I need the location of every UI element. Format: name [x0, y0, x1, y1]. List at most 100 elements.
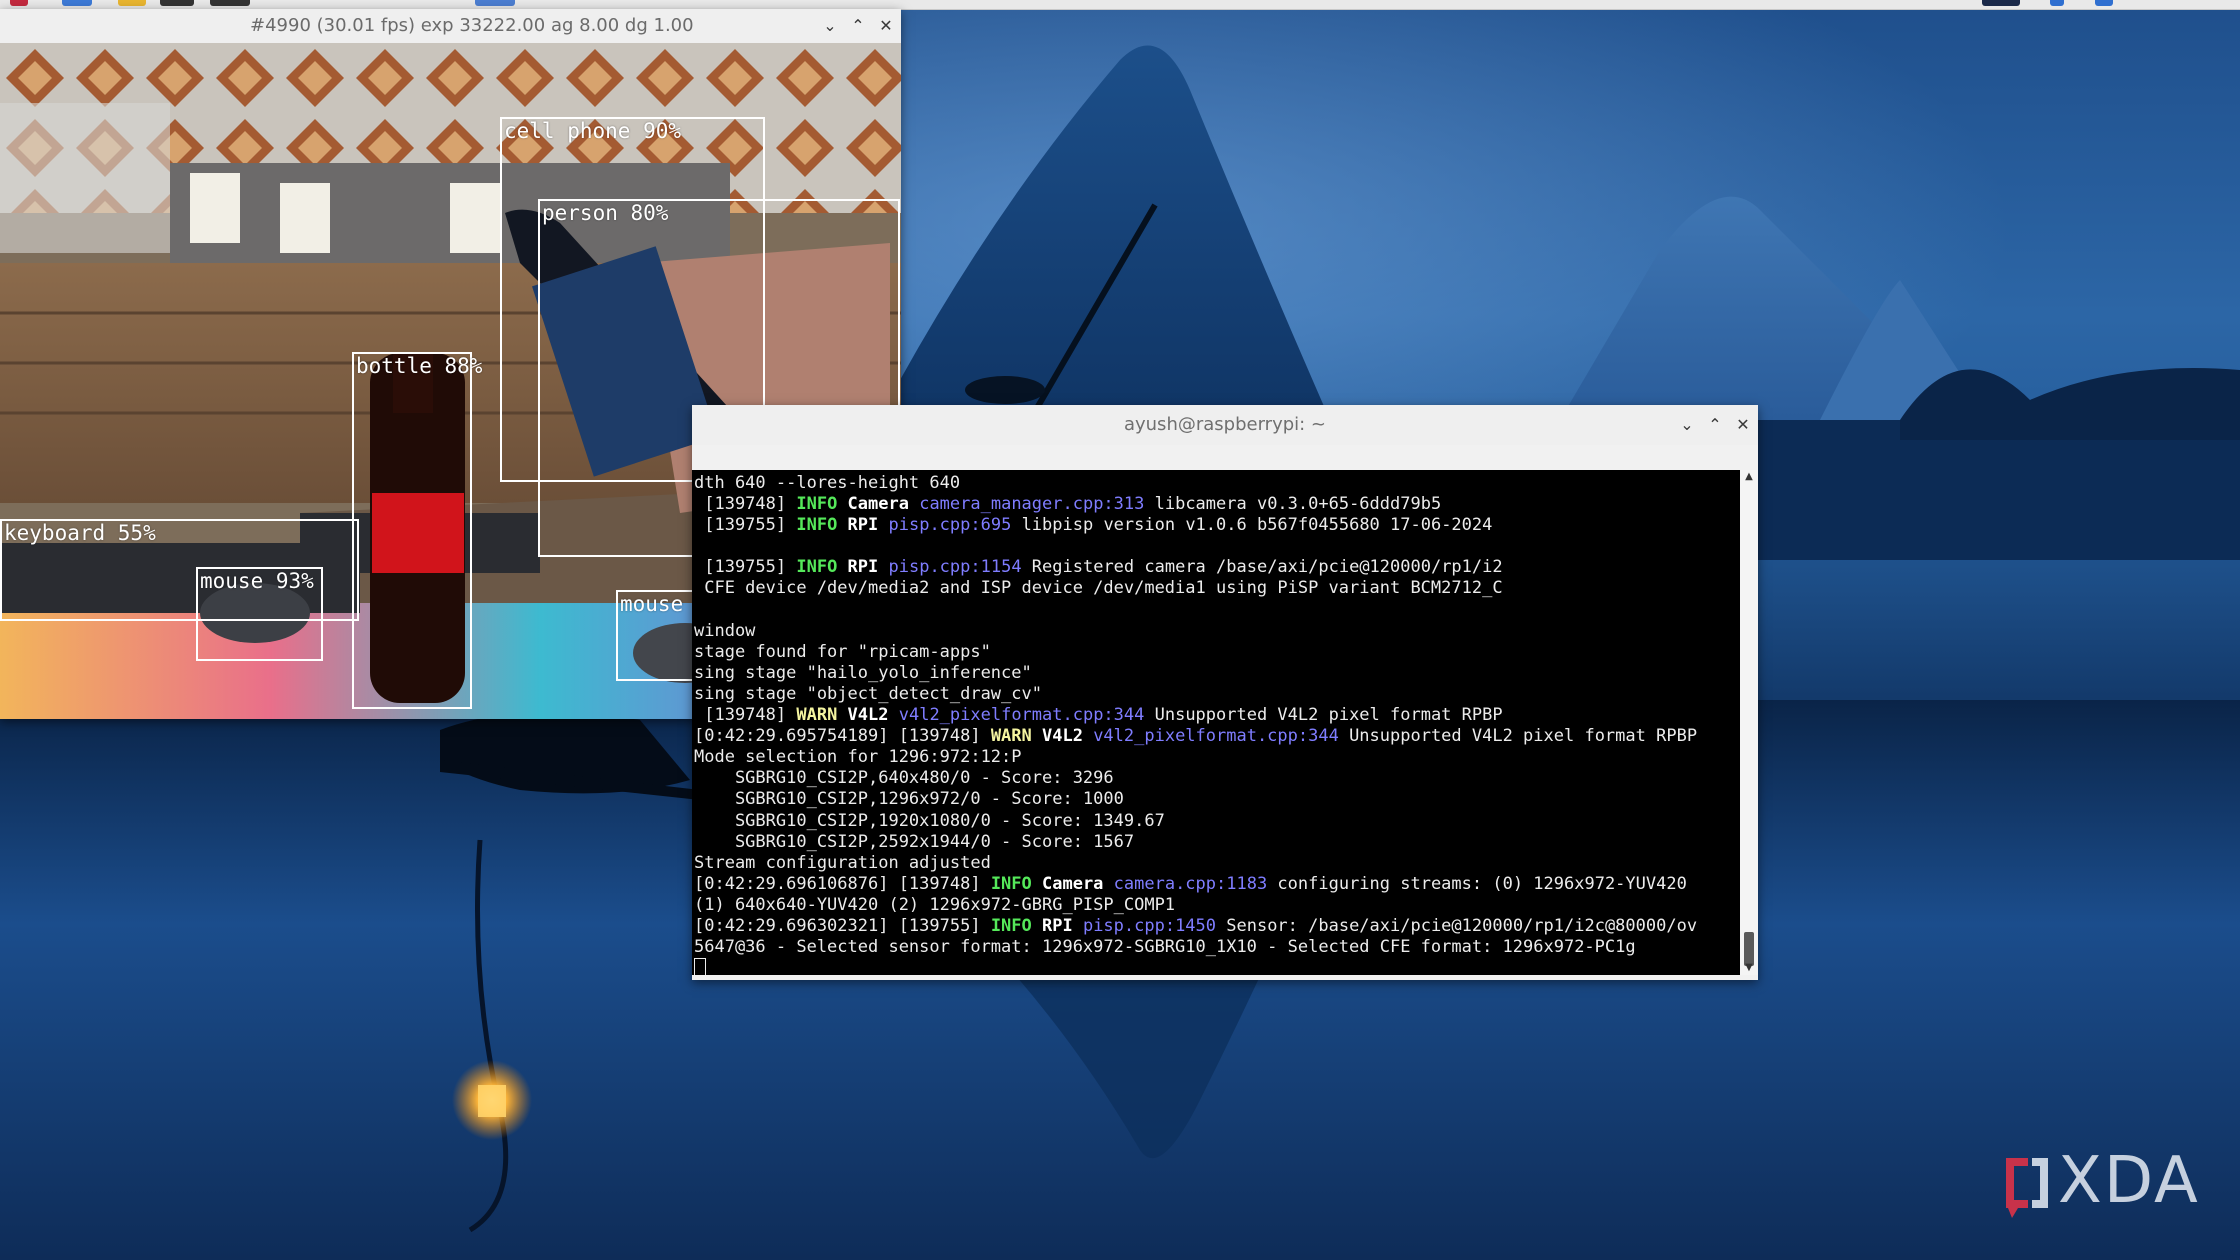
detection-box-mouse: mouse 93%: [196, 567, 323, 661]
log-component: V4L2: [847, 705, 899, 726]
terminal-line: [139755] INFO RPI pisp.cpp:695 libpisp v…: [694, 515, 1697, 536]
terminal-line-text: SGBRG10_CSI2P,2592x1944/0 - Score: 1567: [694, 831, 1135, 852]
terminal-line: dth 640 --lores-height 640: [694, 473, 1697, 494]
terminal-line: SGBRG10_CSI2P,2592x1944/0 - Score: 1567: [694, 832, 1697, 853]
log-message: Unsupported V4L2 pixel format RPBP: [1338, 726, 1698, 747]
terminal-line-text: [0:42:29.696302321] [139755]: [694, 915, 991, 936]
terminal-line: [139748] WARN V4L2 v4l2_pixelformat.cpp:…: [694, 705, 1697, 726]
log-component: V4L2: [1042, 726, 1094, 747]
log-message: Unsupported V4L2 pixel format RPBP: [1144, 705, 1503, 726]
terminal-prompt-line[interactable]: [694, 958, 1697, 975]
terminal-cursor: [694, 958, 706, 975]
terminal-line-text: [139755]: [694, 557, 797, 578]
terminal-line-text: [139748]: [694, 705, 797, 726]
terminal-line-text: SGBRG10_CSI2P,640x480/0 - Score: 3296: [694, 768, 1114, 789]
terminal-line: [0:42:29.696106876] [139748] INFO Camera…: [694, 874, 1697, 895]
detection-label: mouse 93%: [200, 569, 314, 593]
log-message: libcamera v0.3.0+65-6ddd79b5: [1144, 494, 1442, 515]
detection-label: keyboard 55%: [4, 521, 156, 545]
terminal-line-text: Mode selection for 1296:972:12:P: [694, 747, 1022, 768]
xda-watermark: XDA: [1998, 1144, 2218, 1230]
terminal-line-text: dth 640 --lores-height 640: [694, 473, 961, 493]
terminal-log-lines: dth 640 --lores-height 640 [139748] INFO…: [694, 473, 1697, 975]
raspberry-menu-icon[interactable]: [10, 0, 28, 6]
log-message: configuring streams: (0) 1296x972-YUV420: [1267, 873, 1687, 894]
terminal-line-text: [139748]: [694, 494, 797, 515]
xda-logo-icon: [2006, 1158, 2048, 1218]
terminal-line: sing stage "hailo_yolo_inference": [694, 663, 1697, 684]
terminal-output[interactable]: dth 640 --lores-height 640 [139748] INFO…: [692, 470, 1740, 975]
chevron-up-icon[interactable]: ⌃: [1706, 416, 1724, 434]
terminal-line-text: [139755]: [694, 515, 797, 536]
terminal-line-text: 5647@36 - Selected sensor format: 1296x9…: [694, 937, 1636, 958]
log-component: Camera: [1042, 873, 1114, 894]
chevron-up-icon[interactable]: ⌃: [849, 17, 867, 35]
task-button-icon[interactable]: [210, 0, 250, 6]
log-message: libpisp version v1.0.6 b567f0455680 17-0…: [1011, 515, 1493, 536]
tray-icon[interactable]: [1982, 0, 2020, 6]
detection-label: bottle 88%: [356, 354, 483, 378]
log-source: pisp.cpp:695: [888, 515, 1012, 536]
terminal-line: Stream configuration adjusted: [694, 853, 1697, 874]
terminal-line-text: CFE device /dev/media2 and ISP device /d…: [694, 578, 1503, 599]
log-source: camera.cpp:1183: [1113, 873, 1268, 894]
network-icon[interactable]: [2095, 0, 2113, 6]
log-message: Sensor: /base/axi/pcie@120000/rp1/i2c@80…: [1216, 915, 1698, 936]
scroll-up-icon[interactable]: ▲: [1740, 470, 1758, 484]
terminal-line: [139748] INFO Camera camera_manager.cpp:…: [694, 494, 1697, 515]
terminal-launcher-icon[interactable]: [160, 0, 194, 6]
bluetooth-icon[interactable]: [2050, 0, 2064, 6]
taskbar-active-window[interactable]: [475, 0, 515, 6]
terminal-line: [0:42:29.696302321] [139755] INFO RPI pi…: [694, 916, 1697, 937]
close-icon[interactable]: ✕: [877, 17, 895, 35]
terminal-line: stage found for "rpicam-apps": [694, 642, 1697, 663]
terminal-scrollbar[interactable]: ▲ ▼: [1740, 470, 1758, 975]
terminal-line: 5647@36 - Selected sensor format: 1296x9…: [694, 937, 1697, 958]
terminal-line: sing stage "object_detect_draw_cv": [694, 684, 1697, 705]
log-level: WARN: [796, 705, 848, 726]
chevron-down-icon[interactable]: ⌄: [1678, 416, 1696, 434]
detection-box-bottle: bottle 88%: [352, 352, 482, 709]
terminal-line: Mode selection for 1296:972:12:P: [694, 747, 1697, 768]
log-source: v4l2_pixelformat.cpp:344: [898, 705, 1145, 726]
log-component: Camera: [847, 494, 920, 515]
terminal-line-text: stage found for "rpicam-apps": [694, 641, 991, 662]
log-component: RPI: [847, 515, 889, 536]
terminal-line-text: SGBRG10_CSI2P,1920x1080/0 - Score: 1349.…: [694, 810, 1165, 831]
terminal-line-text: Stream configuration adjusted: [694, 852, 991, 873]
terminal-line-text: sing stage "hailo_yolo_inference": [694, 662, 1032, 683]
camera-window-titlebar[interactable]: #4990 (30.01 fps) exp 33222.00 ag 8.00 d…: [0, 9, 901, 43]
log-source: v4l2_pixelformat.cpp:344: [1093, 726, 1339, 747]
log-source: camera_manager.cpp:313: [919, 494, 1145, 515]
terminal-line-text: sing stage "object_detect_draw_cv": [694, 683, 1042, 704]
log-message: Registered camera /base/axi/pcie@120000/…: [1021, 557, 1503, 578]
terminal-window-controls: ⌄ ⌃ ✕: [1678, 405, 1752, 445]
file-manager-icon[interactable]: [118, 0, 146, 6]
log-component: RPI: [1042, 915, 1083, 936]
detection-label: cell phone 90%: [504, 119, 682, 143]
camera-window-title: #4990 (30.01 fps) exp 33222.00 ag 8.00 d…: [250, 15, 694, 36]
log-level: INFO: [796, 515, 848, 536]
scroll-down-icon[interactable]: ▼: [1740, 961, 1758, 975]
log-source: pisp.cpp:1154: [888, 557, 1022, 578]
log-level: INFO: [796, 494, 848, 515]
terminal-title: ayush@raspberrypi: ~: [1123, 414, 1327, 435]
terminal-line: window: [694, 621, 1697, 642]
log-level: INFO: [990, 915, 1042, 936]
terminal-window[interactable]: ayush@raspberrypi: ~ ⌄ ⌃ ✕ dth 640 --lor…: [692, 405, 1758, 980]
terminal-line-text: SGBRG10_CSI2P,1296x972/0 - Score: 1000: [694, 789, 1124, 810]
terminal-line: SGBRG10_CSI2P,1920x1080/0 - Score: 1349.…: [694, 811, 1697, 832]
chevron-down-icon[interactable]: ⌄: [821, 17, 839, 35]
close-icon[interactable]: ✕: [1734, 416, 1752, 434]
terminal-line-text: window: [694, 620, 756, 641]
log-component: RPI: [847, 557, 889, 578]
terminal-titlebar[interactable]: ayush@raspberrypi: ~ ⌄ ⌃ ✕: [692, 405, 1758, 445]
terminal-line-text: (1) 640x640-YUV420 (2) 1296x972-GBRG_PIS…: [694, 894, 1176, 915]
browser-icon[interactable]: [62, 0, 92, 6]
detection-label: person 80%: [542, 201, 669, 225]
log-level: INFO: [796, 557, 848, 578]
log-level: INFO: [990, 873, 1042, 894]
xda-wordmark: XDA: [2058, 1144, 2200, 1218]
